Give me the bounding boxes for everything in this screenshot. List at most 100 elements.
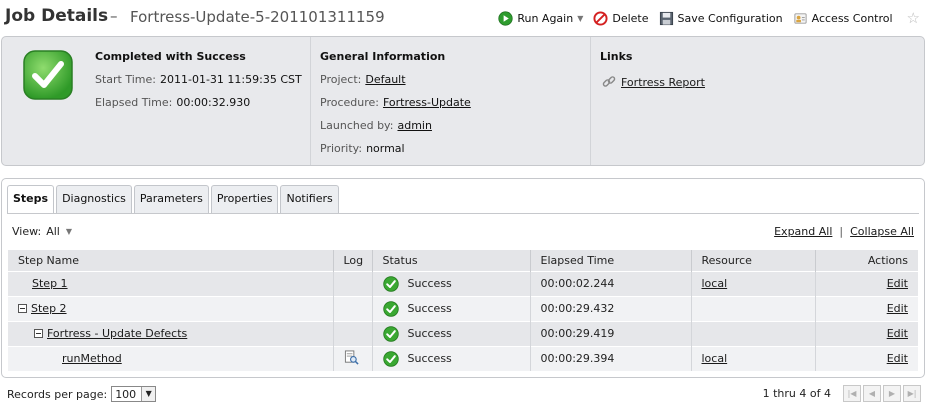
title-separator: – [110,7,118,25]
status-cell: Success [372,345,531,371]
records-per-page-select[interactable]: 100 ▼ [111,386,157,402]
status-text: Success [407,302,452,315]
chevron-down-icon[interactable]: ▼ [141,387,156,401]
column-header-status[interactable]: Status [372,250,531,271]
access-control-button[interactable]: Access Control [793,11,893,26]
log-cell [333,320,373,346]
step-name-link[interactable]: Step 1 [32,277,68,290]
status-text: Success [407,327,452,340]
expand-all-link[interactable]: Expand All [774,225,832,238]
table-header-row: Step Name Log Status Elapsed Time Resour… [8,250,918,271]
next-page-button[interactable]: ▶ [883,385,901,402]
start-time: Start Time: 2011-01-31 11:59:35 CST [95,73,302,86]
resource-cell: local [691,345,816,371]
log-cell [333,295,373,321]
edit-link[interactable]: Edit [887,277,908,290]
column-header-resource[interactable]: Resource [691,250,816,271]
status-title: Completed with Success [95,50,246,63]
tab-diagnostics[interactable]: Diagnostics [56,185,132,213]
elapsed-cell: 00:00:29.419 [530,320,692,346]
access-control-label: Access Control [811,11,893,25]
general-information-column: General Information Project: Default Proc… [310,37,588,165]
edit-link[interactable]: Edit [887,352,908,365]
tab-steps[interactable]: Steps [7,185,55,214]
tab-notifiers[interactable]: Notifiers [280,185,339,213]
status-cell: Success [372,295,531,321]
step-name-link[interactable]: Fortress - Update Defects [47,327,187,340]
column-header-actions[interactable]: Actions [815,250,918,271]
header-actions: Run Again ▼ Delete Save Configuration Ac… [488,9,928,27]
resource-link[interactable]: local [702,352,728,365]
actions-cell: Edit [815,295,918,321]
header-bar: Job Details – Fortress-Update-5-20110131… [0,0,928,36]
success-icon [382,275,399,292]
status-cell: Success [372,270,531,296]
view-log-icon[interactable] [344,350,359,365]
general-information-title: General Information [320,50,446,63]
project-field: Project: Default [320,73,406,86]
fortress-report-link[interactable]: Fortress Report [602,75,705,89]
actions-cell: Edit [815,270,918,296]
resource-link[interactable]: local [702,277,728,290]
collapse-all-link[interactable]: Collapse All [850,225,914,238]
column-header-step-name[interactable]: Step Name [8,250,334,271]
collapse-tree-icon[interactable] [18,304,27,313]
save-icon [659,11,673,25]
success-check-icon [23,50,73,100]
run-again-button[interactable]: Run Again ▼ [498,10,583,26]
table-row: Step 1 Success 00:00:02.244 local Edit [8,270,918,296]
step-name-cell: Step 2 [8,295,334,321]
link-icon [602,76,616,87]
resource-cell [691,295,816,321]
step-name-cell: Step 1 [8,270,334,296]
tab-parameters[interactable]: Parameters [133,185,209,213]
chevron-down-icon[interactable]: ▼ [66,227,72,236]
view-filter[interactable]: View: All ▼ [12,225,72,238]
edit-link[interactable]: Edit [887,327,908,340]
resource-cell: local [691,270,816,296]
launched-by-link[interactable]: admin [397,119,431,132]
step-name-cell: runMethod [8,345,334,371]
save-configuration-button[interactable]: Save Configuration [659,11,783,26]
view-label: View: [12,225,42,238]
table-row: Step 2 Success 00:00:29.432 Edit [8,295,918,321]
actions-cell: Edit [815,345,918,371]
status-text: Success [407,352,452,366]
elapsed-cell: 00:00:29.432 [530,295,692,321]
view-value[interactable]: All [46,225,60,238]
tab-properties[interactable]: Properties [210,185,279,213]
elapsed-cell: 00:00:02.244 [530,270,692,296]
procedure-link[interactable]: Fortress-Update [383,96,471,109]
page-title: Job Details [5,6,109,26]
star-icon[interactable]: ☆ [907,9,920,27]
step-name-link[interactable]: runMethod [62,352,122,365]
success-icon [382,300,399,317]
records-per-page-value: 100 [115,387,137,401]
step-name-link[interactable]: Step 2 [31,302,67,315]
status-cell: Success [372,320,531,346]
records-per-page: Records per page: 100 ▼ [7,386,157,402]
previous-page-button[interactable]: ◀ [863,385,881,402]
log-cell [333,345,373,371]
first-page-button[interactable]: |◀ [843,385,861,402]
chevron-down-icon[interactable]: ▼ [577,14,583,23]
records-per-page-label: Records per page: [7,387,108,401]
links-column: Links Fortress Report [590,37,924,165]
edit-link[interactable]: Edit [887,302,908,315]
tab-bar: Steps Diagnostics Parameters Properties … [7,185,341,214]
log-cell [333,270,373,296]
column-header-elapsed-time[interactable]: Elapsed Time [530,250,692,271]
column-header-log[interactable]: Log [333,250,373,271]
play-icon [498,10,513,26]
expand-collapse-separator: | [839,225,844,238]
delete-button[interactable]: Delete [593,10,649,26]
job-name: Fortress-Update-5-201101311159 [130,8,385,26]
collapse-tree-icon[interactable] [34,329,43,338]
priority-field: Priority: normal [320,142,405,155]
delete-icon [593,10,608,26]
run-again-label: Run Again [517,11,574,25]
tab-divider [7,213,919,214]
steps-table: Step Name Log Status Elapsed Time Resour… [8,250,918,371]
project-link[interactable]: Default [365,73,405,86]
last-page-button[interactable]: ▶| [903,385,921,402]
